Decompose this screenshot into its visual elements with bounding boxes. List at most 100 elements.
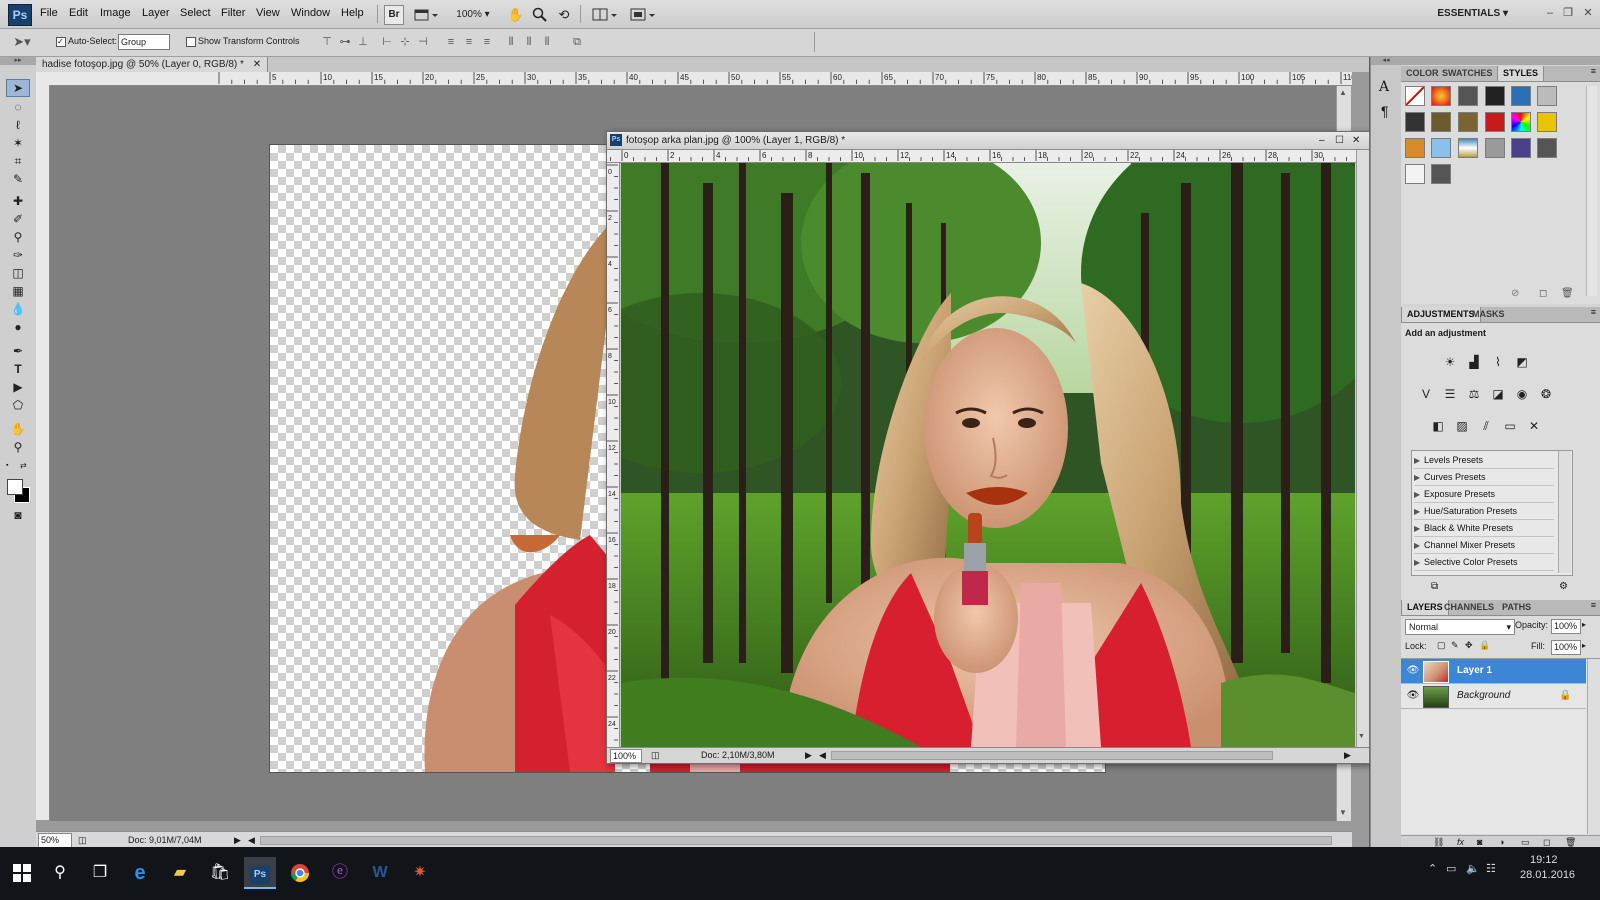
view-extras-button[interactable]: [412, 5, 440, 25]
delete-style-icon[interactable]: 🗑: [1561, 288, 1574, 299]
float-maximize-icon[interactable]: ☐: [1335, 132, 1344, 149]
new-style-icon[interactable]: ◻: [1539, 288, 1547, 299]
preset-levels[interactable]: ▶ Levels Presets: [1414, 452, 1554, 469]
search-button[interactable]: ⚲: [44, 857, 76, 889]
preset-selective-color[interactable]: ▶ Selective Color Presets: [1414, 554, 1554, 571]
toolbox-collapse-bar[interactable]: ▸▸: [0, 57, 36, 65]
lasso-tool-icon[interactable]: ℓ: [7, 117, 29, 133]
dodge-tool-icon[interactable]: ●: [7, 319, 29, 335]
style-swatch[interactable]: [1431, 138, 1451, 158]
style-swatch[interactable]: [1431, 112, 1451, 132]
close-tab-icon[interactable]: ✕: [253, 59, 261, 70]
panel-menu-icon[interactable]: ≡: [1591, 66, 1596, 76]
horizontal-ruler[interactable]: 5 10 15 20 25 30 35 40 45 50 55 60 65 70 75 80 85 90 95 100…: [36, 72, 1356, 86]
eyedropper-tool-icon[interactable]: ✎: [7, 171, 29, 187]
layer-row-layer-1[interactable]: 👁 Layer 1: [1401, 659, 1586, 684]
style-swatch[interactable]: [1458, 86, 1478, 106]
lock-transparency-icon[interactable]: ▢: [1437, 640, 1446, 651]
workspace-switcher[interactable]: ESSENTIALS ▾: [1437, 8, 1508, 19]
edge-browser-icon[interactable]: e: [124, 857, 156, 889]
expand-panels-bar[interactable]: ◂◂: [1371, 57, 1401, 65]
distribute-hcenter-icon[interactable]: ⦀: [522, 35, 536, 49]
float-zoom-field[interactable]: 100%: [610, 749, 642, 763]
layer-name[interactable]: Background: [1457, 684, 1510, 708]
status-info-icon[interactable]: ◫: [78, 832, 87, 848]
scroll-down-icon[interactable]: ▼: [1339, 808, 1347, 817]
presets-scrollbar[interactable]: [1558, 451, 1571, 573]
scroll-left-icon[interactable]: ◀: [248, 832, 255, 848]
menu-image[interactable]: Image: [100, 7, 131, 19]
style-swatch[interactable]: [1485, 112, 1505, 132]
align-hcenter-icon[interactable]: ⊹: [398, 35, 412, 49]
style-swatch[interactable]: [1458, 138, 1478, 158]
panel-dock-header[interactable]: [1401, 57, 1600, 65]
curves-icon[interactable]: ⌇: [1489, 353, 1507, 371]
scroll-up-icon[interactable]: ▲: [1339, 88, 1347, 97]
forest-portrait-image[interactable]: [621, 163, 1355, 747]
preset-hue-saturation[interactable]: ▶ Hue/Saturation Presets: [1414, 503, 1554, 520]
foreground-color-swatch[interactable]: [7, 479, 23, 495]
task-view-button[interactable]: ❐: [84, 857, 116, 889]
notifications-icon[interactable]: ☷: [1486, 862, 1496, 875]
menu-filter[interactable]: Filter: [221, 7, 245, 19]
file-explorer-icon[interactable]: ▰: [164, 857, 196, 889]
menu-help[interactable]: Help: [341, 7, 364, 19]
float-minimize-icon[interactable]: –: [1319, 132, 1325, 149]
start-button[interactable]: [6, 857, 38, 889]
menu-select[interactable]: Select: [180, 7, 211, 19]
menu-file[interactable]: File: [40, 7, 58, 19]
menu-window[interactable]: Window: [291, 7, 330, 19]
eye-visibility-icon[interactable]: 👁: [1406, 684, 1420, 708]
style-swatch[interactable]: [1537, 86, 1557, 106]
opacity-slider-arrow-icon[interactable]: ▸: [1582, 620, 1586, 629]
float-horizontal-ruler[interactable]: 0 2 4 6 8 10 12 14 16 18 20 22 24 26 28 30: [607, 150, 1357, 163]
path-selection-tool-icon[interactable]: ▶: [7, 379, 29, 395]
magic-wand-tool-icon[interactable]: ✶: [7, 135, 29, 151]
float-vertical-scrollbar[interactable]: ▼: [1356, 150, 1369, 747]
menu-layer[interactable]: Layer: [142, 7, 170, 19]
rotate-view-icon[interactable]: ⟲: [554, 5, 574, 25]
zoom-level-select[interactable]: 100% ▾: [452, 5, 494, 25]
float-horizontal-scrollbar[interactable]: [831, 751, 1273, 760]
invert-icon[interactable]: ◧: [1429, 417, 1447, 435]
history-brush-tool-icon[interactable]: ✑: [7, 247, 29, 263]
close-button[interactable]: ✕: [1580, 5, 1596, 21]
floating-document-window[interactable]: Ps fotoşop arka plan.jpg @ 100% (Layer 1…: [606, 131, 1370, 764]
auto-select-dropdown[interactable]: Group: [118, 34, 170, 50]
lock-all-icon[interactable]: 🔒: [1479, 640, 1490, 651]
style-swatch[interactable]: [1431, 164, 1451, 184]
posterize-icon[interactable]: ▨: [1453, 417, 1471, 435]
auto-select-checkbox[interactable]: ✓: [56, 37, 66, 47]
paragraph-panel-icon[interactable]: ¶: [1381, 103, 1389, 119]
style-none-swatch[interactable]: [1405, 86, 1425, 106]
hue-saturation-icon[interactable]: ☰: [1441, 385, 1459, 403]
fill-slider-arrow-icon[interactable]: ▸: [1582, 641, 1586, 650]
marquee-tool-icon[interactable]: ◌: [7, 99, 29, 115]
layer-name[interactable]: Layer 1: [1457, 659, 1492, 683]
network-icon[interactable]: ▭: [1446, 862, 1456, 875]
photoshop-taskbar-icon[interactable]: Ps: [244, 857, 276, 889]
store-icon[interactable]: 🛍: [204, 857, 236, 889]
eraser-tool-icon[interactable]: ◫: [7, 265, 29, 281]
status-menu-arrow-icon[interactable]: ▶: [234, 832, 241, 848]
tab-hadise-document[interactable]: hadise fotoşop.jpg @ 50% (Layer 0, RGB/8…: [36, 57, 269, 72]
move-tool-preset-icon[interactable]: ➤▾: [10, 35, 34, 49]
tab-swatches[interactable]: SWATCHES: [1437, 66, 1497, 81]
tray-expand-icon[interactable]: ⌃: [1428, 862, 1437, 875]
style-swatch[interactable]: [1405, 112, 1425, 132]
distribute-bottom-icon[interactable]: ≡: [480, 35, 494, 49]
zoom-tool-icon[interactable]: ⚲: [7, 439, 29, 455]
color-balance-icon[interactable]: ⚖: [1465, 385, 1483, 403]
styles-scrollbar[interactable]: [1586, 86, 1597, 296]
hand-tool-icon[interactable]: ✋: [7, 421, 29, 437]
tab-paths[interactable]: PATHS: [1497, 600, 1536, 615]
restore-button[interactable]: ❐: [1560, 5, 1576, 21]
character-panel-icon[interactable]: A: [1379, 79, 1389, 95]
clear-style-icon[interactable]: ⊘: [1511, 288, 1519, 299]
exposure-icon[interactable]: ◩: [1513, 353, 1531, 371]
levels-icon[interactable]: ▟: [1465, 353, 1483, 371]
align-vcenter-icon[interactable]: ⊶: [338, 35, 352, 49]
swap-colors-icon[interactable]: ⇄: [20, 462, 30, 470]
status-menu-arrow-icon[interactable]: ▶: [805, 748, 812, 763]
minimize-button[interactable]: –: [1542, 5, 1558, 21]
